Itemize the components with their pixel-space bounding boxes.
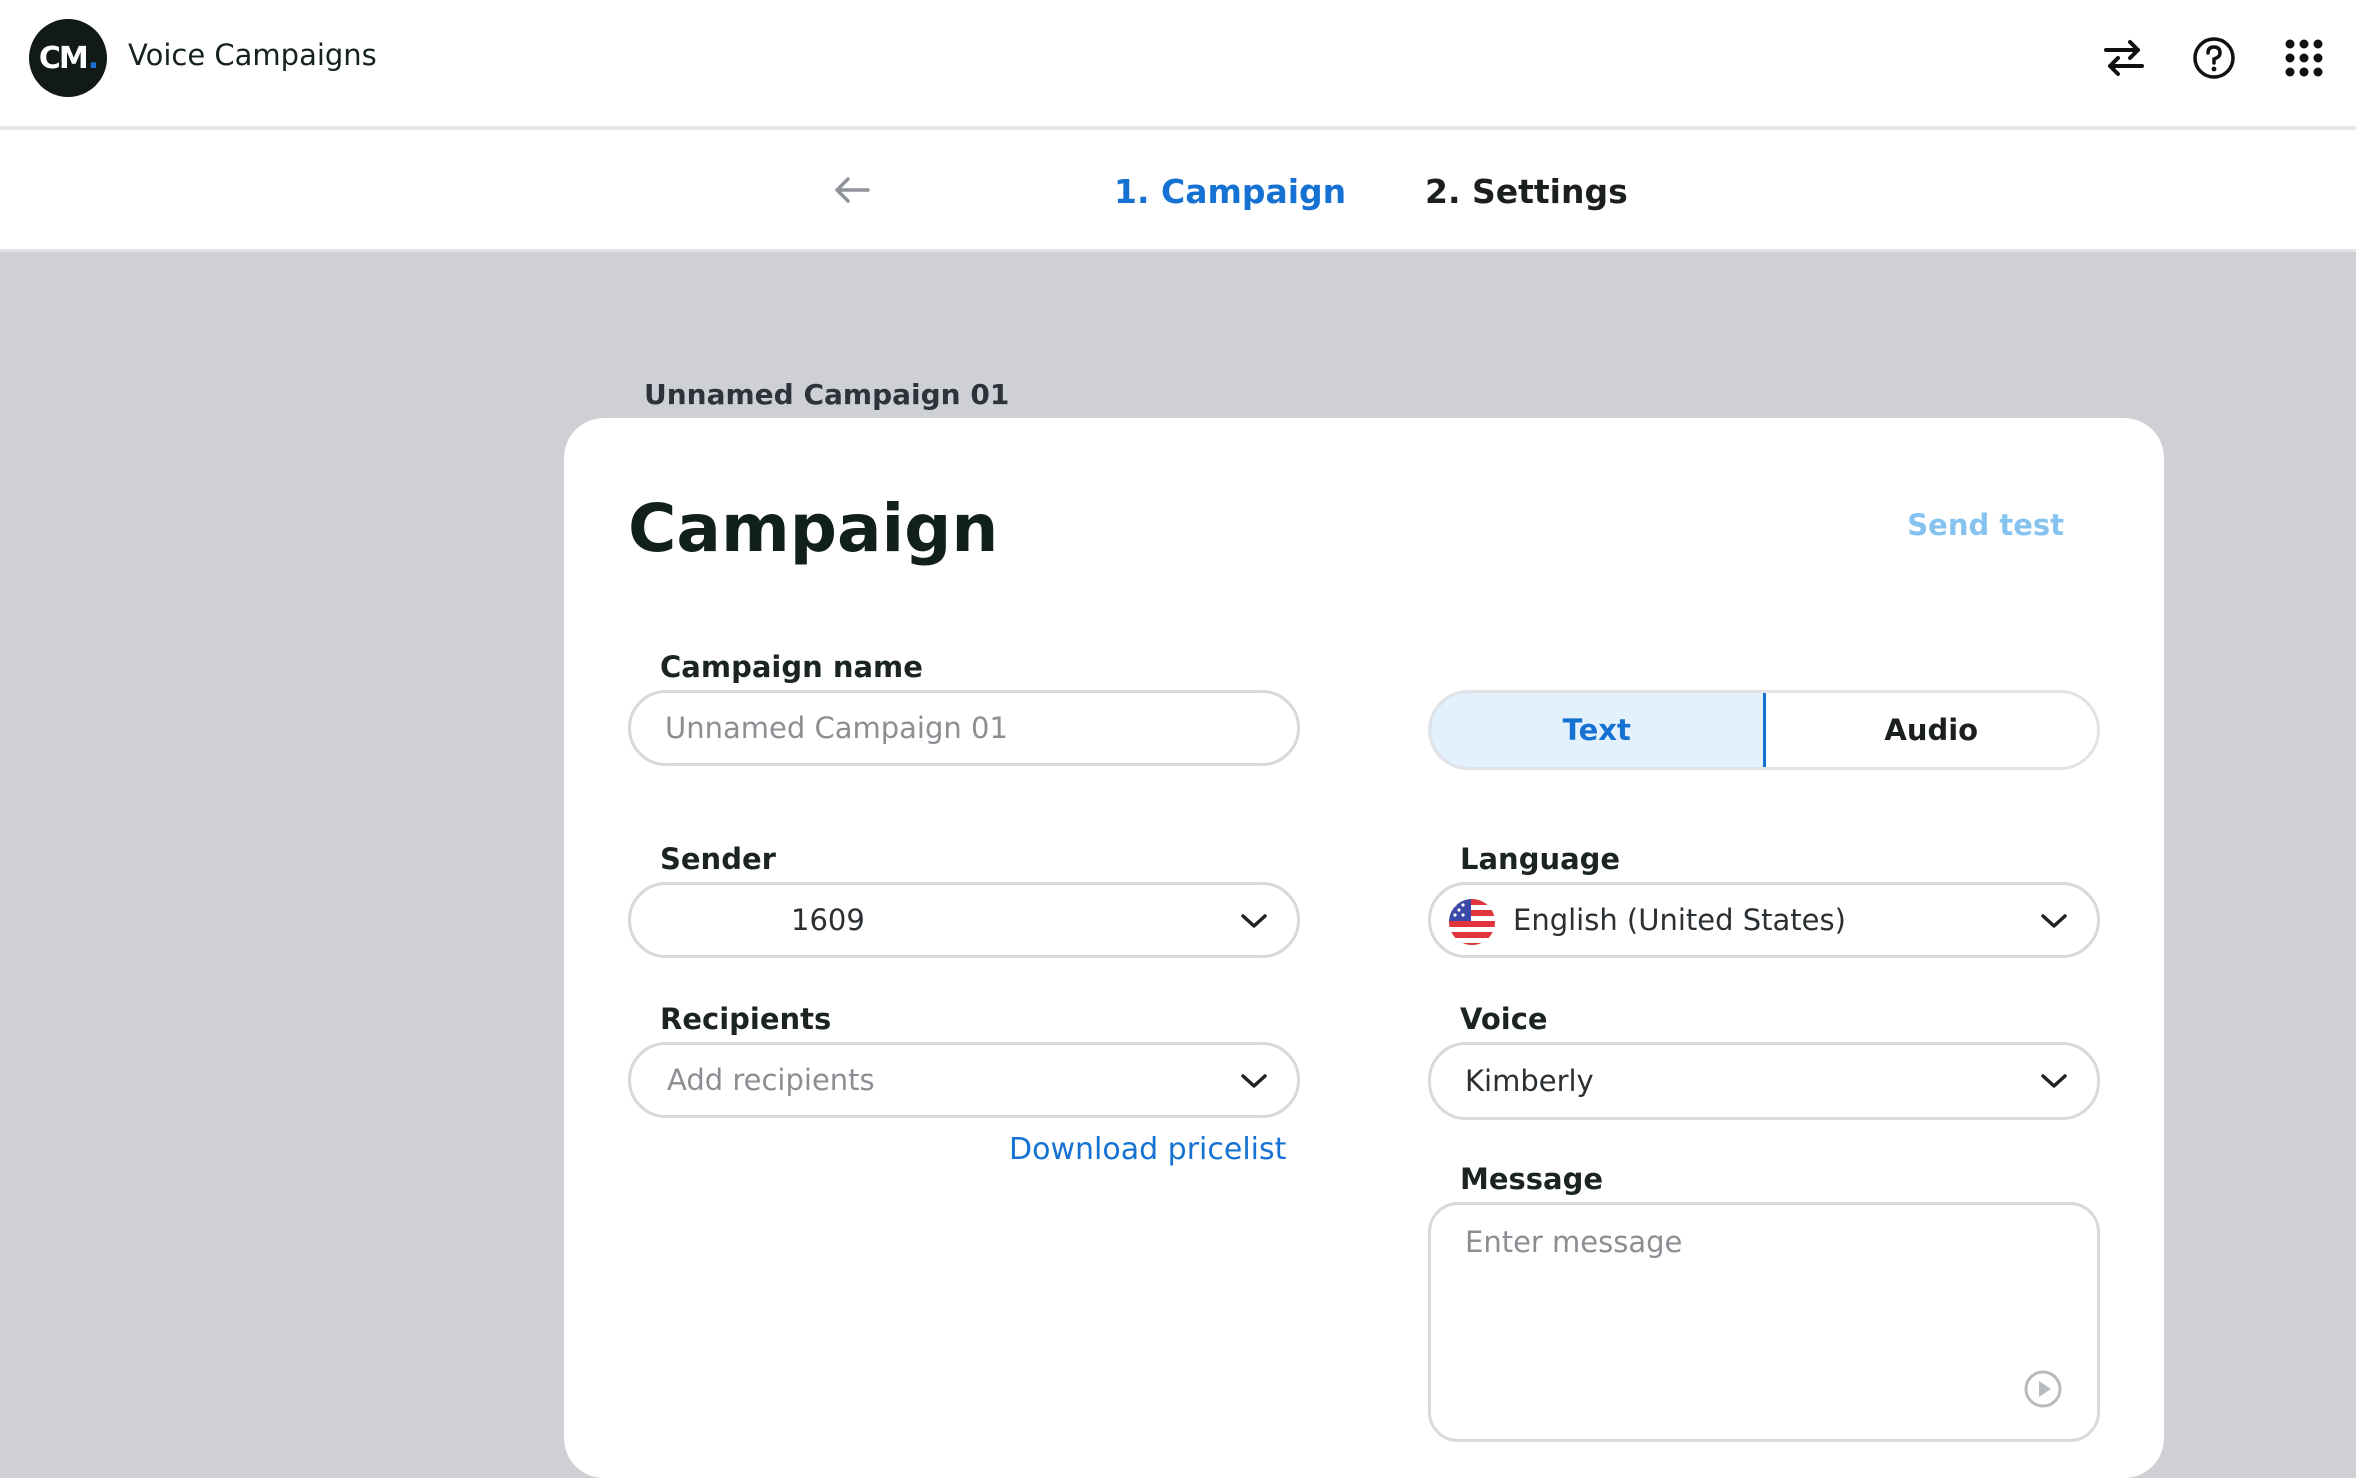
language-value: English (United States)	[1513, 903, 1846, 937]
campaign-name-placeholder: Unnamed Campaign 01	[665, 711, 1008, 745]
chevron-down-icon	[1241, 1074, 1267, 1088]
send-test-button[interactable]: Send test	[1907, 508, 2064, 542]
message-label: Message	[1460, 1162, 1604, 1196]
arrow-left-icon[interactable]	[828, 170, 876, 210]
campaign-card: Campaign Send test Campaign name Unnamed…	[564, 418, 2164, 1478]
campaign-breadcrumb: Unnamed Campaign 01	[644, 378, 1010, 411]
download-pricelist-link[interactable]: Download pricelist	[1009, 1132, 1286, 1167]
us-flag-icon	[1449, 899, 1495, 945]
sender-value: 1609	[791, 903, 865, 937]
step-bar: 1. Campaign 2. Settings	[0, 130, 2356, 252]
voice-value: Kimberly	[1465, 1064, 1594, 1098]
chevron-down-icon	[2041, 1074, 2067, 1088]
recipients-placeholder: Add recipients	[667, 1063, 875, 1097]
logo-text: CM	[38, 40, 89, 76]
apps-grid-icon[interactable]	[2278, 32, 2330, 84]
recipients-select[interactable]: Add recipients	[628, 1042, 1300, 1118]
page-title: Campaign	[628, 490, 999, 567]
voice-select[interactable]: Kimberly	[1428, 1042, 2100, 1120]
step-campaign[interactable]: 1. Campaign	[1114, 172, 1346, 211]
cm-logo[interactable]: CM.	[29, 19, 107, 97]
campaign-name-input[interactable]: Unnamed Campaign 01	[628, 690, 1300, 766]
logo-dot: .	[87, 40, 99, 76]
message-textarea[interactable]: Enter message	[1428, 1202, 2100, 1442]
message-placeholder: Enter message	[1465, 1225, 1683, 1259]
campaign-name-label: Campaign name	[660, 650, 923, 684]
chevron-down-icon	[1241, 914, 1267, 928]
language-label: Language	[1460, 842, 1621, 876]
voice-label: Voice	[1460, 1002, 1548, 1036]
sender-label: Sender	[660, 842, 776, 876]
app-title: Voice Campaigns	[128, 38, 377, 72]
help-circle-icon[interactable]	[2188, 32, 2240, 84]
play-icon[interactable]	[2023, 1369, 2063, 1409]
sender-select[interactable]: 1609	[628, 882, 1300, 958]
toggle-audio[interactable]: Audio	[1766, 693, 2098, 767]
top-bar: CM. Voice Campaigns	[0, 0, 2356, 130]
mode-toggle[interactable]: Text Audio	[1428, 690, 2100, 770]
recipients-label: Recipients	[660, 1002, 832, 1036]
chevron-down-icon	[2041, 914, 2067, 928]
language-select[interactable]: English (United States)	[1428, 882, 2100, 958]
swap-arrows-icon[interactable]	[2098, 32, 2150, 84]
step-settings[interactable]: 2. Settings	[1425, 172, 1628, 211]
toggle-text[interactable]: Text	[1431, 693, 1766, 767]
